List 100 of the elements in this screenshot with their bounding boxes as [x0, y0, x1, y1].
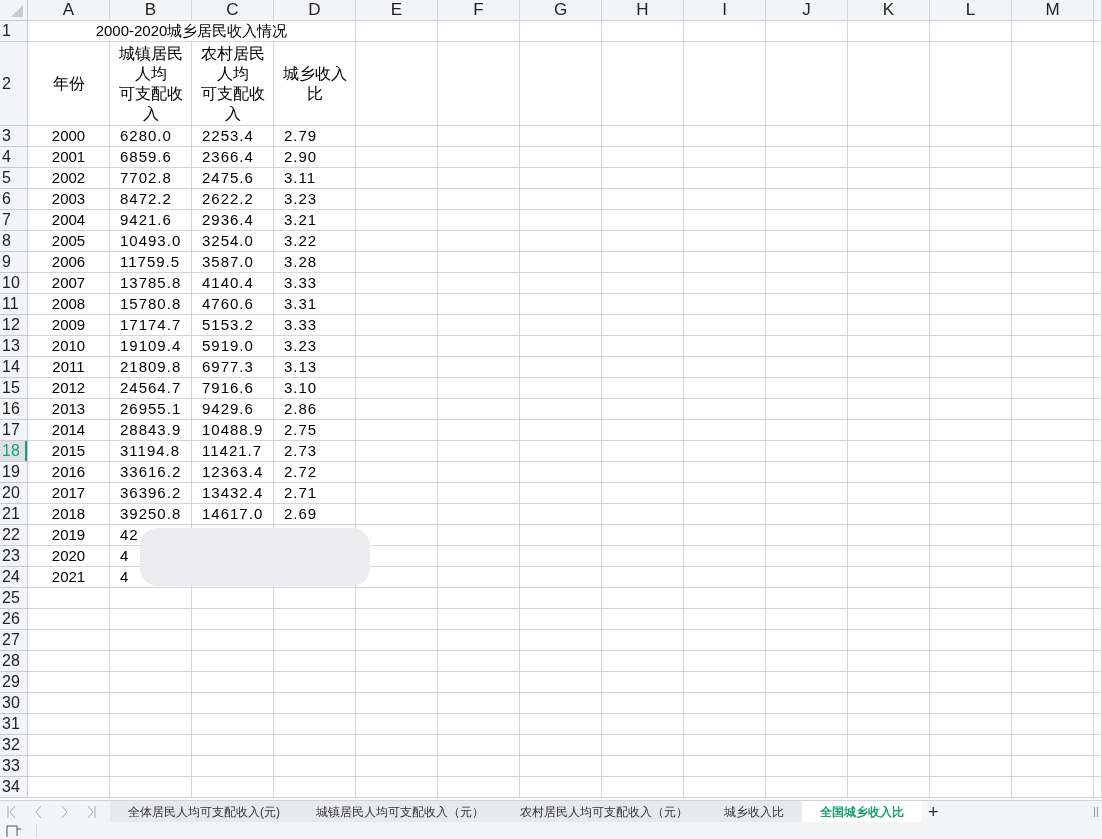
row-header[interactable]: 28	[0, 651, 28, 672]
column-header[interactable]: H	[602, 0, 684, 21]
table-cell: 14617.0	[192, 504, 274, 525]
table-cell: 3.33	[274, 315, 356, 336]
row-header[interactable]: 34	[0, 777, 28, 798]
row-header[interactable]: 12	[0, 315, 28, 336]
table-cell: 2.90	[274, 147, 356, 168]
table-cell: 2015	[28, 441, 110, 462]
table-cell: 6977.3	[192, 357, 274, 378]
table-cell: 2003	[28, 189, 110, 210]
table-cell: 2021	[28, 567, 110, 588]
table-cell: 31194.8	[110, 441, 192, 462]
sheet-view-icon[interactable]	[6, 824, 22, 837]
row-header[interactable]: 7	[0, 210, 28, 231]
row-header[interactable]: 14	[0, 357, 28, 378]
select-all-icon[interactable]	[11, 5, 23, 17]
table-cell: 2012	[28, 378, 110, 399]
table-cell: 7916.6	[192, 378, 274, 399]
row-header[interactable]: 2	[0, 42, 28, 126]
table-cell: 2006	[28, 252, 110, 273]
column-header[interactable]: L	[930, 0, 1012, 21]
row-header[interactable]: 24	[0, 567, 28, 588]
row-header[interactable]: 15	[0, 378, 28, 399]
row-header[interactable]: 4	[0, 147, 28, 168]
row-header[interactable]: 16	[0, 399, 28, 420]
table-cell: 26955.1	[110, 399, 192, 420]
row-header[interactable]: 30	[0, 693, 28, 714]
table-cell: 3.31	[274, 294, 356, 315]
table-cell: 2.72	[274, 462, 356, 483]
row-header[interactable]: 20	[0, 483, 28, 504]
row-header[interactable]: 13	[0, 336, 28, 357]
table-cell: 3.28	[274, 252, 356, 273]
table-cell: 2017	[28, 483, 110, 504]
column-header[interactable]: A	[28, 0, 110, 21]
table-cell: 2005	[28, 231, 110, 252]
row-header[interactable]: 23	[0, 546, 28, 567]
table-cell: 6280.0	[110, 126, 192, 147]
row-header[interactable]: 8	[0, 231, 28, 252]
table-cell: 21809.8	[110, 357, 192, 378]
row-header[interactable]: 11	[0, 294, 28, 315]
table-cell: 3.22	[274, 231, 356, 252]
column-header[interactable]: B	[110, 0, 192, 21]
column-header[interactable]: C	[192, 0, 274, 21]
table-cell: 2013	[28, 399, 110, 420]
table-cell: 2936.4	[192, 210, 274, 231]
table-cell: 2009	[28, 315, 110, 336]
row-header[interactable]: 17	[0, 420, 28, 441]
column-header[interactable]: K	[848, 0, 930, 21]
table-cell: 5153.2	[192, 315, 274, 336]
row-header[interactable]: 9	[0, 252, 28, 273]
column-heading: 可支配收入	[117, 83, 184, 124]
column-header[interactable]: M	[1012, 0, 1094, 21]
column-header[interactable]: F	[438, 0, 520, 21]
row-header[interactable]: 22	[0, 525, 28, 546]
table-cell: 2.79	[274, 126, 356, 147]
table-cell: 2008	[28, 294, 110, 315]
add-sheet-button[interactable]: +	[922, 801, 945, 822]
row-header[interactable]: 19	[0, 462, 28, 483]
table-cell: 2016	[28, 462, 110, 483]
table-cell: 2622.2	[192, 189, 274, 210]
column-header[interactable]: D	[274, 0, 356, 21]
row-header[interactable]: 31	[0, 714, 28, 735]
row-header[interactable]: 21	[0, 504, 28, 525]
column-heading: 农村居民人均	[199, 43, 266, 84]
column-header[interactable]: J	[766, 0, 848, 21]
row-header[interactable]: 33	[0, 756, 28, 777]
table-cell: 2366.4	[192, 147, 274, 168]
table-cell: 3.23	[274, 336, 356, 357]
table-cell: 3.21	[274, 210, 356, 231]
first-sheet-icon[interactable]	[6, 803, 18, 820]
table-cell: 2014	[28, 420, 110, 441]
column-header[interactable]: E	[356, 0, 438, 21]
column-header[interactable]	[1094, 0, 1102, 21]
table-cell: 11759.5	[110, 252, 192, 273]
table-cell: 12363.4	[192, 462, 274, 483]
column-header[interactable]: I	[684, 0, 766, 21]
resize-handle-icon[interactable]	[1094, 806, 1098, 817]
table-cell: 7702.8	[110, 168, 192, 189]
table-cell: 2002	[28, 168, 110, 189]
column-header[interactable]: G	[520, 0, 602, 21]
row-header[interactable]: 6	[0, 189, 28, 210]
table-cell: 2018	[28, 504, 110, 525]
table-cell: 3.13	[274, 357, 356, 378]
row-header[interactable]: 3	[0, 126, 28, 147]
row-header[interactable]: 10	[0, 273, 28, 294]
row-header[interactable]: 25	[0, 588, 28, 609]
table-cell: 2020	[28, 546, 110, 567]
table-cell: 11421.7	[192, 441, 274, 462]
row-header[interactable]: 5	[0, 168, 28, 189]
table-cell: 2011	[28, 357, 110, 378]
row-header[interactable]: 29	[0, 672, 28, 693]
row-header[interactable]: 26	[0, 609, 28, 630]
table-cell: 2.73	[274, 441, 356, 462]
row-header[interactable]: 1	[0, 21, 28, 42]
table-cell: 10488.9	[192, 420, 274, 441]
row-header[interactable]: 27	[0, 630, 28, 651]
table-cell: 6859.6	[110, 147, 192, 168]
table-cell: 13785.8	[110, 273, 192, 294]
row-header[interactable]: 32	[0, 735, 28, 756]
table-cell: 33616.2	[110, 462, 192, 483]
